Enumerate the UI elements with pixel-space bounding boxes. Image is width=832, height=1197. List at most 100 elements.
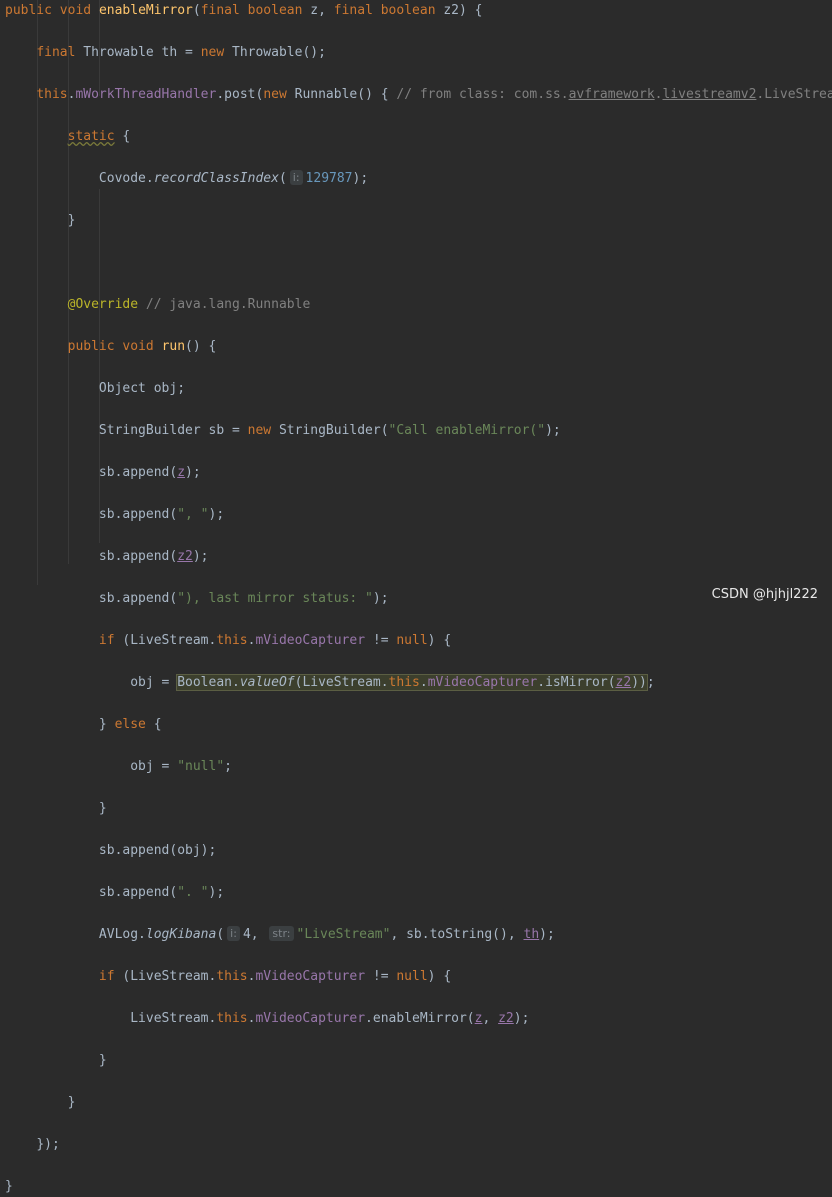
highlighted-expression: Boolean.valueOf(LiveStream.this.mVideoCa… xyxy=(176,674,648,691)
code-line-12: sb.append(z); xyxy=(5,462,832,483)
token-text: obj = xyxy=(130,675,178,690)
token-string: "null" xyxy=(177,759,225,774)
token-string: ", " xyxy=(177,507,209,522)
token-text: obj = xyxy=(130,759,178,774)
token-text: sb.append( xyxy=(98,465,178,480)
token-text: (LiveStream. xyxy=(294,675,389,690)
token-text: ( xyxy=(192,3,201,18)
token-text: ); xyxy=(185,465,201,480)
token-keyword: static xyxy=(67,129,115,144)
token-field: mWorkThreadHandler xyxy=(75,87,217,102)
token-text: Throwable th = xyxy=(75,45,201,60)
token-text: (LiveStream. xyxy=(114,633,217,648)
token-text: { xyxy=(145,717,162,732)
token-number: 129787 xyxy=(305,171,353,186)
token-text: , xyxy=(250,927,267,942)
code-line-15: sb.append("), last mirror status: "); xyxy=(5,588,832,609)
parameter-hint: str: xyxy=(269,926,294,941)
token-field: mVideoCapturer xyxy=(255,1011,366,1026)
token-keyword: public xyxy=(5,3,52,18)
watermark: CSDN @hjhjl222 xyxy=(711,587,818,602)
token-field: mVideoCapturer xyxy=(255,969,366,984)
code-line-22: sb.append(". "); xyxy=(5,882,832,903)
token-text: (LiveStream. xyxy=(114,969,217,984)
code-line-1: public void enableMirror(final boolean z… xyxy=(5,0,832,21)
token-method-name: run xyxy=(161,339,186,354)
token-text: . xyxy=(247,969,256,984)
token-text: . xyxy=(419,675,428,690)
code-line-26: } xyxy=(5,1050,832,1071)
token-text: } xyxy=(67,213,76,228)
token-text: sb.append( xyxy=(98,507,178,522)
token-text: != xyxy=(365,969,397,984)
token-number: 4 xyxy=(242,927,251,942)
token-method-name: enableMirror xyxy=(98,3,193,18)
code-line-4: static { xyxy=(5,126,832,147)
code-line-9: public void run() { xyxy=(5,336,832,357)
token-text: . xyxy=(247,633,256,648)
token-text: StringBuilder( xyxy=(271,423,389,438)
token-text: sb.append( xyxy=(98,885,178,900)
token-keyword: null xyxy=(396,969,428,984)
token-keyword: final xyxy=(200,3,240,18)
token-text: != xyxy=(365,633,397,648)
code-line-10: Object obj; xyxy=(5,378,832,399)
token-comment: livestreamv2 xyxy=(662,87,757,102)
token-text: sb.append(obj); xyxy=(98,843,217,858)
token-text: } xyxy=(98,801,107,816)
token-text: ) { xyxy=(427,633,452,648)
token-parameter: z2 xyxy=(498,1011,514,1026)
token-keyword: void xyxy=(122,339,154,354)
code-line-24: if (LiveStream.this.mVideoCapturer != nu… xyxy=(5,966,832,987)
token-text: sb.append( xyxy=(98,549,178,564)
token-parameter: z xyxy=(177,465,186,480)
token-text: } xyxy=(67,1095,76,1110)
code-line-21: sb.append(obj); xyxy=(5,840,832,861)
token-text: Throwable(); xyxy=(224,45,326,60)
token-parameter: z2 xyxy=(615,675,632,690)
code-line-16: if (LiveStream.this.mVideoCapturer != nu… xyxy=(5,630,832,651)
token-text: } xyxy=(98,717,115,732)
code-line-5: Covode.recordClassIndex(i: 129787); xyxy=(5,168,832,189)
code-line-18: } else { xyxy=(5,714,832,735)
token-keyword: final xyxy=(36,45,76,60)
token-keyword: boolean xyxy=(380,3,436,18)
token-text: Runnable() { xyxy=(286,87,397,102)
token-text: } xyxy=(5,1179,13,1194)
token-keyword: this xyxy=(388,675,420,690)
token-keyword: final xyxy=(333,3,373,18)
token-text: z2) { xyxy=(435,3,483,18)
code-line-28: }); xyxy=(5,1134,832,1155)
token-text: { xyxy=(114,129,131,144)
token-text: )) xyxy=(631,675,647,690)
token-text: ( xyxy=(216,927,225,942)
code-line-23: AVLog.logKibana(i: 4, str: "LiveStream", s… xyxy=(5,924,832,945)
token-keyword: this xyxy=(36,87,68,102)
token-text: Covode. xyxy=(98,171,154,186)
token-keyword: new xyxy=(200,45,225,60)
token-comment: avframework xyxy=(568,87,655,102)
code-line-27: } xyxy=(5,1092,832,1113)
code-line-19: obj = "null"; xyxy=(5,756,832,777)
token-text: ); xyxy=(208,507,225,522)
token-text: }); xyxy=(36,1137,60,1152)
token-text: () { xyxy=(185,339,217,354)
token-keyword: boolean xyxy=(247,3,303,18)
token-keyword: public xyxy=(67,339,115,354)
code-block[interactable]: public void enableMirror(final boolean z… xyxy=(5,0,832,1197)
code-line-13: sb.append(", "); xyxy=(5,504,832,525)
token-text: , xyxy=(482,1011,499,1026)
token-text: sb.append( xyxy=(98,591,178,606)
code-line-6: } xyxy=(5,210,832,231)
code-editor[interactable]: public void enableMirror(final boolean z… xyxy=(0,0,832,1194)
token-text: ); xyxy=(545,423,561,438)
token-keyword: new xyxy=(247,423,272,438)
token-text: ( xyxy=(278,171,287,186)
code-line-11: StringBuilder sb = new StringBuilder("Ca… xyxy=(5,420,832,441)
token-text: ); xyxy=(208,885,225,900)
token-field: mVideoCapturer xyxy=(255,633,366,648)
token-keyword: this xyxy=(216,969,248,984)
token-text: ); xyxy=(352,171,369,186)
code-line-25: LiveStream.this.mVideoCapturer.enableMir… xyxy=(5,1008,832,1029)
